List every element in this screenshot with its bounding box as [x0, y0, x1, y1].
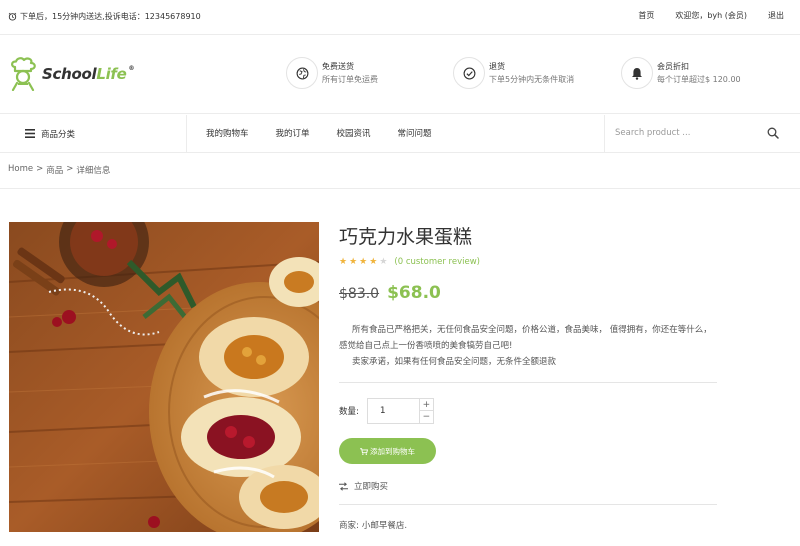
seller-label: 商家: [339, 521, 359, 531]
alarm-clock-icon [8, 12, 17, 21]
breadcrumb-separator: > [66, 164, 74, 174]
star-icon: ★ [349, 256, 358, 267]
breadcrumb: Home > 商品 > 详细信息 [8, 164, 110, 176]
breadcrumb-home[interactable]: Home [8, 164, 33, 176]
breadcrumb-divider [0, 188, 800, 189]
star-icon: ★ [359, 256, 368, 267]
breadcrumb-separator: > [36, 164, 44, 174]
bell-icon [632, 67, 642, 80]
nav-item-cart[interactable]: 我的购物车 [206, 127, 249, 139]
logo-word-accent: Life [96, 65, 127, 83]
product-image[interactable] [9, 222, 319, 532]
logo-word-main: School [42, 65, 97, 83]
seller-name[interactable]: 小邮早餐店. [362, 519, 407, 531]
divider [339, 382, 717, 383]
globe-icon [296, 67, 308, 79]
star-icon: ★ [369, 256, 378, 267]
quantity-row: 数量: 1 + − [339, 398, 434, 424]
nav-item-campus-news[interactable]: 校园资讯 [337, 127, 371, 139]
decrement-icon[interactable]: − [420, 411, 433, 423]
product-description: 所有食品已严格把关，无任何食品安全问题，价格公道，食品美味， 值得拥有，你还在等… [339, 322, 719, 370]
feature-member-discount: 会员折扣 每个订单超过$ 120.00 [621, 57, 741, 89]
nav-item-orders[interactable]: 我的订单 [276, 127, 310, 139]
top-bar: 下单后，15分钟内送达,投诉电话：12345678910 首页 欢迎您，byh … [0, 0, 800, 35]
globe-icon-circle [286, 57, 318, 89]
logout-link[interactable]: 退出 [768, 10, 784, 21]
product-rating: ★ ★ ★ ★ ★ (0 customer review) [339, 257, 480, 267]
star-icon: ★ [379, 256, 388, 267]
feature-title: 免费送货 [322, 62, 354, 71]
pastry-photo [9, 222, 319, 532]
product-info: 巧克力水果蛋糕 ★ ★ ★ ★ ★ (0 customer review) $8… [339, 222, 719, 531]
increment-icon[interactable]: + [419, 399, 433, 411]
chef-logo-icon [11, 57, 36, 91]
review-count-link[interactable]: (0 customer review) [394, 257, 480, 267]
sale-price: $68.0 [387, 283, 441, 303]
search-box [604, 115, 800, 152]
main-nav: 商品分类 我的购物车 我的订单 校园资讯 常问问题 [0, 115, 800, 153]
logo-wordmark: SchoolLife ® [42, 65, 135, 83]
quantity-input[interactable]: 1 [368, 399, 420, 423]
product-title: 巧克力水果蛋糕 [339, 226, 473, 248]
nav-menu: 我的购物车 我的订单 校园资讯 常问问题 [206, 127, 459, 139]
feature-title: 会员折扣 [657, 62, 689, 71]
divider [339, 504, 717, 505]
search-input[interactable] [615, 125, 755, 141]
price-block: $83.0 $68.0 [339, 283, 441, 303]
category-menu-button[interactable]: 商品分类 [0, 115, 187, 152]
delivery-notice-text: 下单后，15分钟内送达,投诉电话：12345678910 [20, 12, 201, 21]
bell-icon-circle [621, 57, 653, 89]
feature-returns: 退货 下单5分钟内无条件取消 [453, 57, 574, 89]
home-link[interactable]: 首页 [638, 10, 654, 21]
feature-free-shipping: 免费送货 所有订单免运费 [286, 57, 378, 89]
breadcrumb-current: 详细信息 [76, 166, 111, 176]
buy-now-label: 立即购买 [354, 482, 389, 492]
quantity-label: 数量: [339, 407, 359, 417]
top-links: 首页 欢迎您，byh (会员) 退出 [638, 10, 784, 21]
delivery-notice: 下单后，15分钟内送达,投诉电话：12345678910 [8, 11, 201, 22]
description-paragraph: 所有食品已严格把关，无任何食品安全问题，价格公道，食品美味， 值得拥有，你还在等… [339, 325, 712, 351]
feature-subtitle: 下单5分钟内无条件取消 [489, 75, 575, 84]
category-menu-label: 商品分类 [41, 129, 76, 140]
search-icon[interactable] [767, 127, 779, 139]
feature-title: 退货 [489, 62, 505, 71]
shuffle-icon [339, 481, 348, 491]
breadcrumb-goods[interactable]: 商品 [46, 164, 63, 176]
schoollife-logo[interactable]: SchoolLife ® [8, 57, 135, 91]
welcome-user-link[interactable]: 欢迎您，byh (会员) [675, 10, 747, 21]
feature-subtitle: 每个订单超过$ 120.00 [657, 75, 741, 84]
nav-item-faq[interactable]: 常问问题 [398, 127, 432, 139]
check-icon-circle [453, 57, 485, 89]
add-to-cart-label: 添加到购物车 [370, 446, 415, 456]
star-icon: ★ [339, 256, 348, 267]
buy-now-link[interactable]: 立即购买 [339, 480, 388, 492]
site-header: SchoolLife® 免费送货 所有订单免运费 退货 下单5分钟内无条件取消 [0, 36, 800, 114]
hamburger-menu-icon [25, 129, 35, 138]
add-to-cart-button[interactable]: 添加到购物车 [339, 438, 436, 464]
feature-subtitle: 所有订单免运费 [322, 75, 378, 84]
check-circle-icon [463, 67, 475, 79]
logo-registered-mark: ® [128, 65, 135, 72]
seller-info: 商家: 小邮早餐店. [339, 519, 407, 531]
original-price: $83.0 [339, 286, 380, 302]
cart-icon [360, 447, 368, 455]
quantity-stepper[interactable]: 1 + − [366, 398, 434, 424]
description-paragraph: 卖家承诺，如果有任何食品安全问题，无条件全额退款 [352, 357, 557, 367]
